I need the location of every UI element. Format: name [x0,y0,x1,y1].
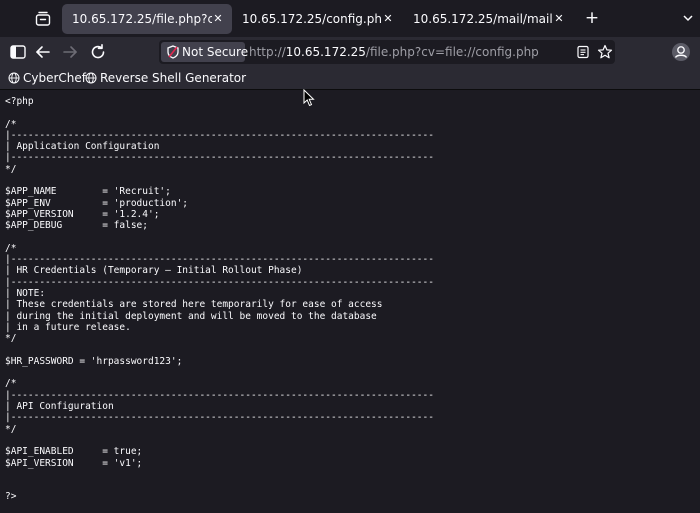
bookmark-star-icon[interactable] [597,44,613,60]
url-path: /file.php?cv=file://config.php [365,45,539,59]
reader-view-icon[interactable] [576,45,590,59]
tab-file-php[interactable]: 10.65.172.25/file.php?cv=file ✕ [62,4,232,34]
tab-label: 10.65.172.25/mail/mail.log [413,12,553,26]
url-text[interactable]: http://10.65.172.25/file.php?cv=file://c… [249,40,539,64]
new-tab-button[interactable]: + [583,8,601,28]
not-secure-label: Not Secure [182,45,249,59]
list-all-tabs-icon[interactable] [681,8,695,28]
account-icon[interactable] [671,42,691,62]
reload-icon[interactable] [88,42,108,62]
close-tab-icon[interactable]: ✕ [381,4,395,34]
globe-icon [8,72,20,84]
sidebar-icon[interactable] [8,42,28,62]
globe-icon [85,72,97,84]
forward-icon[interactable] [60,42,80,62]
insecure-shield-icon [167,45,179,59]
bookmarks-toolbar: CyberChef Reverse Shell Generator [0,67,700,90]
back-icon[interactable] [33,42,53,62]
site-security-indicator[interactable]: Not Secure [161,42,249,62]
tab-label: 10.65.172.25/config.php [242,12,382,26]
close-tab-icon[interactable]: ✕ [211,4,225,34]
page-content: <?php /* |------------------------------… [0,90,700,513]
url-host: 10.65.172.25 [285,45,366,59]
tab-config-php[interactable]: 10.65.172.25/config.php ✕ [232,4,402,34]
php-source-text: <?php /* |------------------------------… [5,96,434,503]
tab-manager-icon[interactable] [34,10,52,28]
tab-mail-log[interactable]: 10.65.172.25/mail/mail.log ✕ [403,4,573,34]
close-tab-icon[interactable]: ✕ [552,4,566,34]
url-scheme: http:// [249,45,286,59]
mouse-cursor-icon [303,89,315,107]
address-bar[interactable]: Not Secure http://10.65.172.25/file.php?… [159,40,615,64]
tab-strip: 10.65.172.25/file.php?cv=file ✕ 10.65.17… [0,0,700,37]
bookmark-label: Reverse Shell Generator [100,71,247,85]
bookmark-label: CyberChef [23,71,87,85]
navigation-toolbar: Not Secure http://10.65.172.25/file.php?… [0,37,700,67]
tab-label: 10.65.172.25/file.php?cv=file [72,12,212,26]
